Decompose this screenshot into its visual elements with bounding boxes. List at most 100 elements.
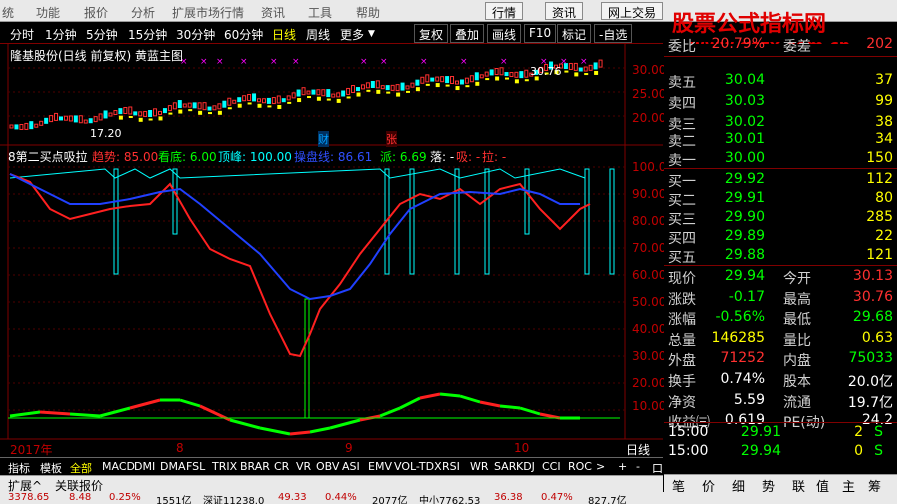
indicator-tab[interactable]: + [618,460,627,473]
period-more[interactable]: 更多 [340,26,364,43]
volume-bar [564,70,569,73]
mark-button[interactable]: 标记 [557,24,592,43]
period-weekly[interactable]: 周线 [306,26,330,43]
candle [237,97,242,103]
bid-row[interactable]: 买二 29.91 80 [668,190,893,210]
menu-item-help[interactable]: 帮助 [356,4,380,21]
volume-bar [297,98,302,103]
draw-line-button[interactable]: 画线 [487,24,522,43]
chevron-down-icon[interactable]: ▼ [368,29,375,39]
volume-bar [396,92,401,97]
indicator-tab[interactable]: > [596,460,605,473]
indicator-tab[interactable]: KDJ [516,460,535,473]
low-price-label: 17.20 [90,127,122,140]
indicator-tab[interactable]: RSI [442,460,460,473]
period-5min[interactable]: 5分钟 [86,26,118,43]
overlay-button[interactable]: 叠加 [450,24,485,43]
candle [148,110,153,118]
ticker-item: 0.25% [109,492,141,503]
volume-bar [346,96,351,99]
volume-bar [148,118,153,121]
indicator-tab-bar: 指标 模板 全部 MACD DMI DMA FSL TRIX BRAR CR VR OBV ASI EMV… [0,457,663,475]
indicator-tab[interactable]: 指标 [8,460,30,476]
period-intraday[interactable]: 分时 [10,26,34,43]
menu-item-tools[interactable]: 工具 [308,4,332,21]
adjust-button[interactable]: 复权 [414,24,449,43]
pull-label: 拉: - [482,150,507,164]
period-15min[interactable]: 15分钟 [128,26,167,43]
indicator-tab[interactable]: 模板 [40,460,62,476]
menu-item-system[interactable]: 统 [2,4,14,21]
bid-row[interactable]: 买三 29.90 285 [668,209,893,229]
chart-area[interactable]: × × × × × × × × × × × × × × 隆基股份(日线 前复权) 黄蓝主图 30.76 1… [0,44,674,457]
indicator-tab[interactable]: 口 [652,460,663,476]
period-daily[interactable]: 日线 [272,26,296,43]
news-mode-button[interactable]: 资讯 [545,2,584,20]
period-30min[interactable]: 30分钟 [176,26,215,43]
indicator-tab[interactable]: VOL-TDX [394,460,442,473]
candle [133,111,138,116]
volume-bar [326,98,331,101]
indicator-tab[interactable]: ASI [342,460,360,473]
bid-row[interactable]: 买四 29.89 22 [668,228,893,248]
indicator-name[interactable]: 8第二买点吸拉 [8,148,88,165]
candle [489,69,494,76]
volume-bar [138,117,143,122]
ticker-item: 深证11238.0 [203,496,265,504]
candle [459,79,464,85]
finance-marker[interactable]: 财 [318,131,329,147]
period-60min[interactable]: 60分钟 [224,26,263,43]
watchlist-button[interactable]: -自选 [594,24,633,43]
ticker-item: 1551亿 [156,496,192,504]
indicator-axis-tick: 30.00 [632,349,667,363]
indicator-tab[interactable]: 全部 [70,460,92,476]
indicator-tab[interactable]: OBV [316,460,339,473]
bid-row[interactable]: 买五 29.88 121 [668,247,893,267]
volume-bar [208,112,212,115]
indicator-tab[interactable]: FSL [186,460,205,473]
volume-bar [366,89,371,92]
indicator-tab[interactable]: EMV [368,460,392,473]
indicator-tab[interactable]: SAR [494,460,516,473]
indicator-tab[interactable]: WR [470,460,489,473]
bid-row[interactable]: 买一 29.92 112 [668,171,893,191]
indicator-tab[interactable]: DMI [134,460,155,473]
indicator-axis-tick: 90.00 [632,187,667,201]
chart-canvas[interactable]: × × × × × × × × × × × × × × [0,44,663,456]
indicator-tab[interactable]: TRIX [212,460,237,473]
indicator-tab[interactable]: CR [274,460,289,473]
ask-row[interactable]: 卖四 30.03 99 [668,93,893,113]
candle [504,72,509,77]
volume-bar [356,92,361,97]
stat-row: 换手 0.74% 股本 20.0亿 [668,371,893,390]
online-trade-button[interactable]: 网上交易 [601,2,664,20]
volume-bar [465,85,470,88]
candle [177,100,182,109]
ticker-item: 0.44% [325,492,357,503]
quote-panel: 委比 20.79% 委差 202 卖五 30.04 37 卖四 30.03 99 卖三 3… [664,36,897,464]
signal-marker: × [240,57,248,67]
ask-row[interactable]: 卖五 30.04 37 [668,72,893,92]
ask-row[interactable]: 卖二 30.01 34 [668,131,893,151]
limit-marker[interactable]: 张 [386,131,397,147]
ask-row[interactable]: 卖一 30.00 150 [668,150,893,170]
main-axis-tick: 25.00 [632,87,667,101]
indicator-tab[interactable]: DMA [160,460,186,473]
ticker-item: 中小7762.53 [419,496,481,504]
f10-button[interactable]: F10 [524,24,557,43]
menu-item-quote[interactable]: 报价 [84,4,108,21]
indicator-tab[interactable]: VR [296,460,311,473]
menu-item-analysis[interactable]: 分析 [131,4,155,21]
menu-item-news[interactable]: 资讯 [261,4,285,21]
menu-item-ext-market[interactable]: 扩展市场行情 [172,4,244,21]
indicator-tab[interactable]: MACD [102,460,135,473]
indicator-tab[interactable]: BRAR [240,460,270,473]
candle [445,76,450,84]
indicator-tab[interactable]: - [636,460,640,473]
indicator-tab[interactable]: CCI [542,460,561,473]
quote-mode-button[interactable]: 行情 [485,2,524,20]
indicator-tab[interactable]: ROC [568,460,592,473]
period-1min[interactable]: 1分钟 [45,26,77,43]
menu-item-function[interactable]: 功能 [36,4,60,21]
signal-marker: × [292,57,300,67]
